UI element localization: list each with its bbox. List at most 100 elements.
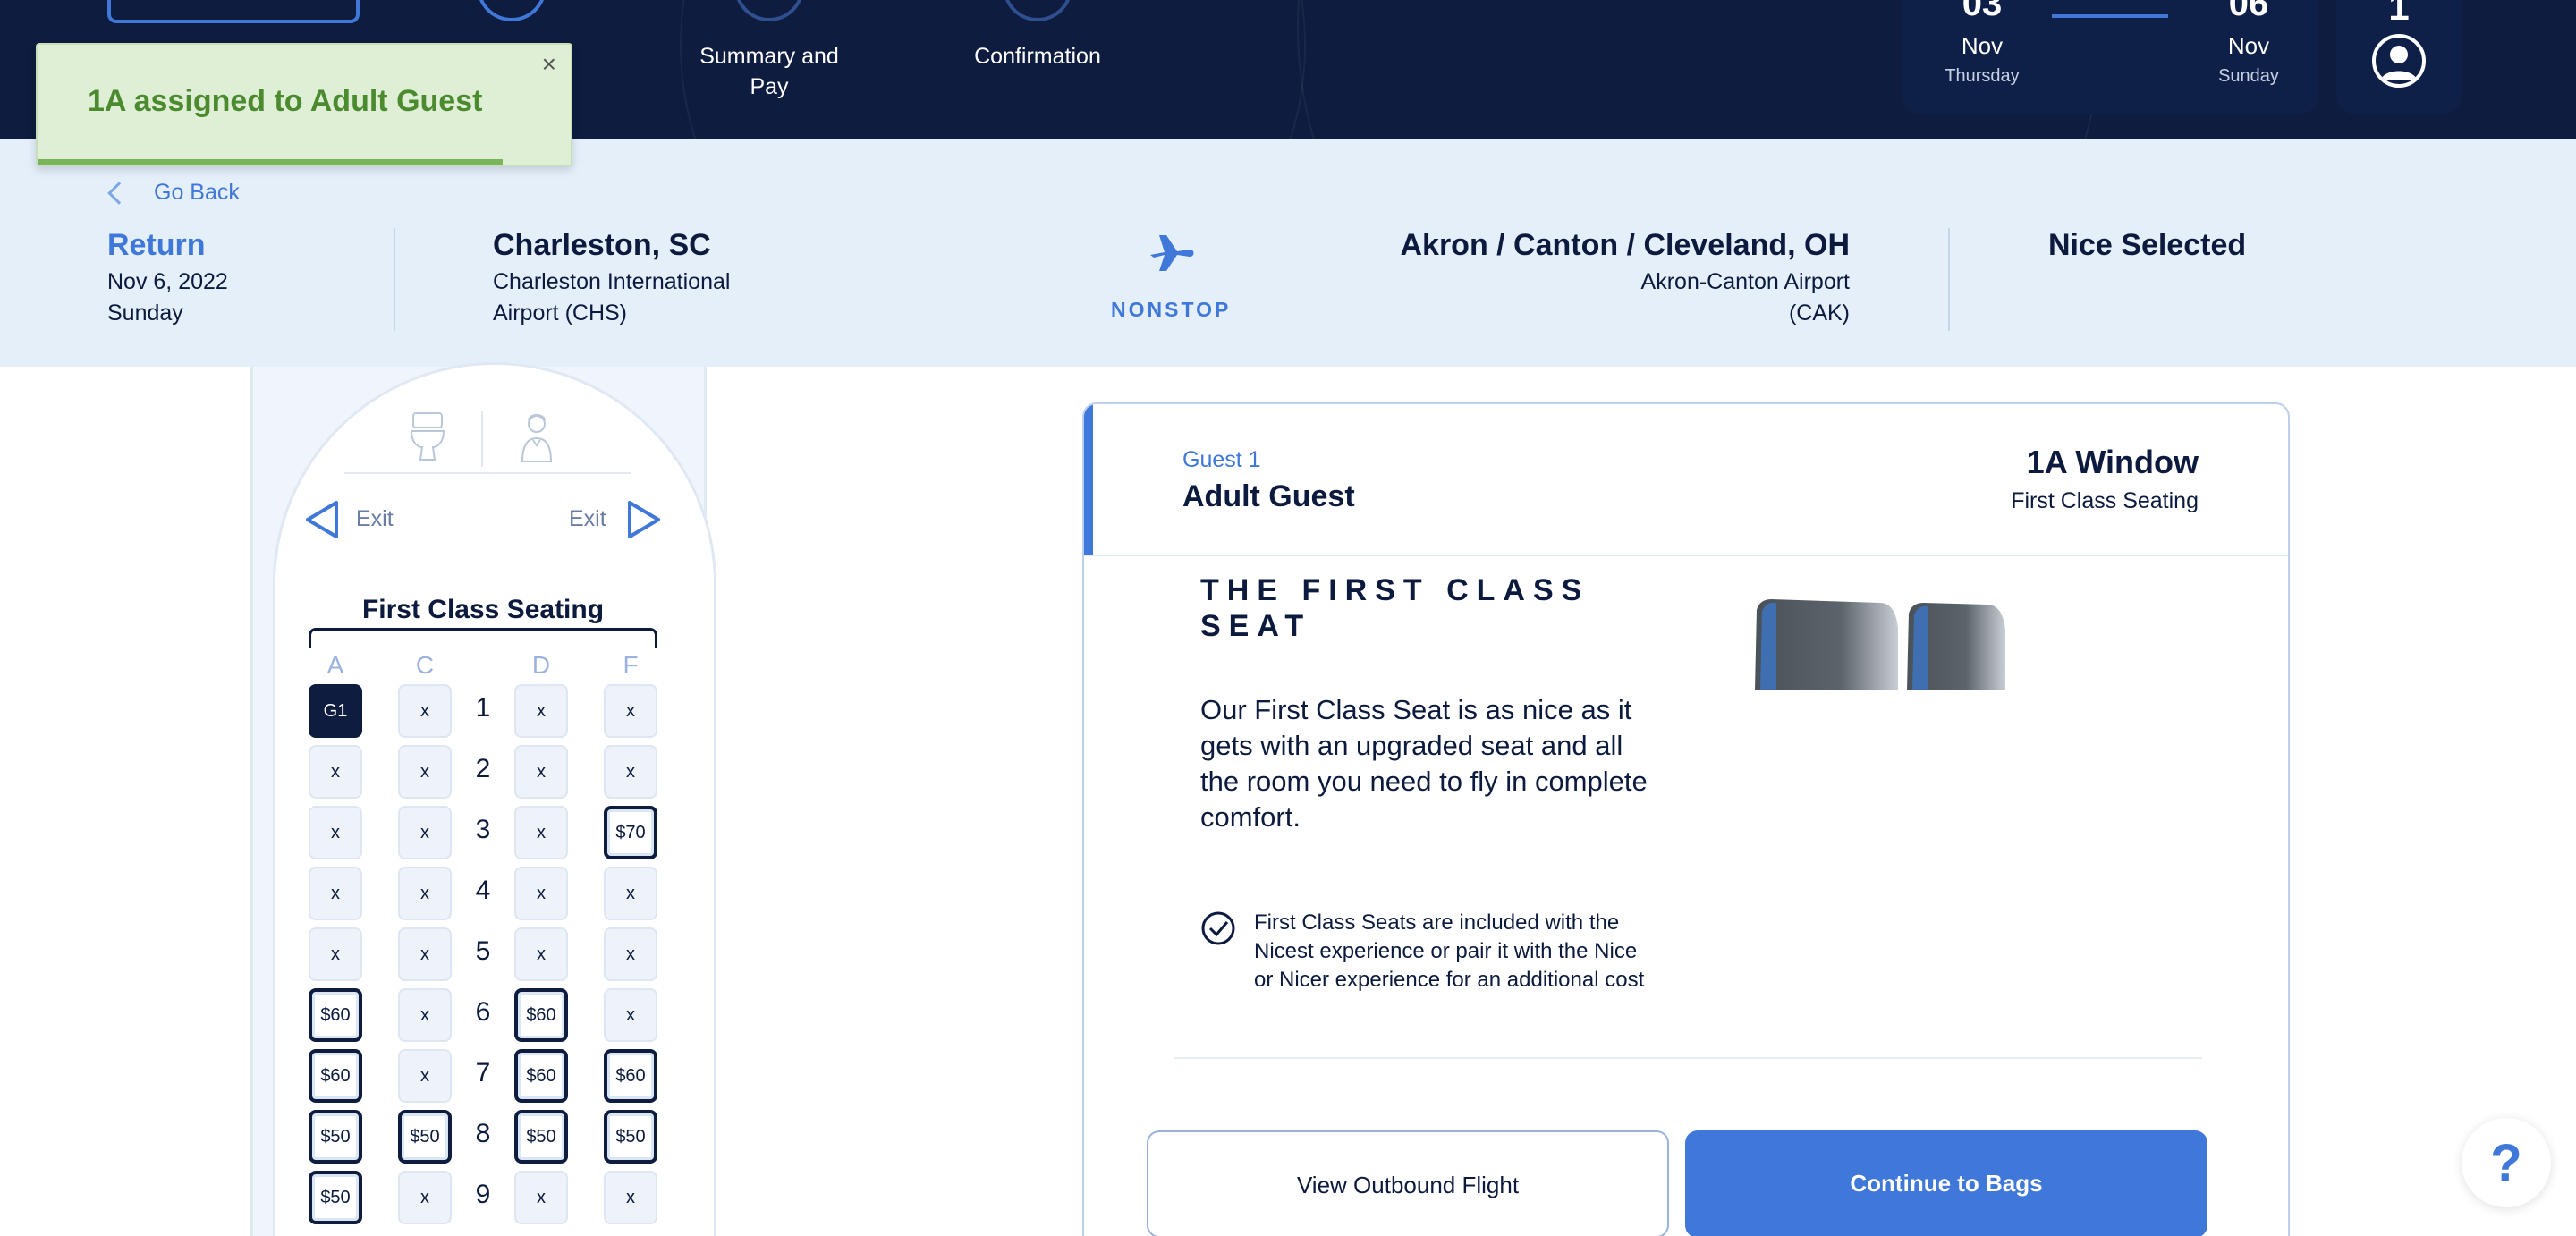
seat-available[interactable]: $70 [604, 806, 657, 859]
divider [1174, 1057, 2202, 1059]
bundle-selected: Nice Selected [2048, 228, 2247, 262]
seat-unavailable: x [604, 684, 657, 738]
seat-available[interactable]: $60 [604, 1049, 657, 1103]
seat-row-number: 4 [475, 876, 491, 905]
go-back-label: Go Back [154, 180, 240, 205]
seat-unavailable: x [514, 745, 568, 799]
seat-unavailable: x [398, 1049, 452, 1103]
airplane-icon [1150, 235, 1194, 271]
trip-dates[interactable]: 03 Nov Thursday 06 Nov Sunday [1902, 0, 2318, 114]
user-avatar-icon [2372, 34, 2426, 88]
go-back-link[interactable]: Go Back [106, 180, 240, 206]
step-label-summary[interactable]: Summary and Pay [680, 41, 859, 102]
seat-unavailable: x [398, 988, 452, 1042]
flight-info-band: Go Back Return Nov 6, 2022 Sunday Charle… [0, 139, 2576, 367]
seat-unavailable: x [514, 684, 568, 738]
seat-available[interactable]: $50 [604, 1110, 657, 1164]
check-circle-icon [1201, 911, 1235, 945]
seat-unavailable: x [398, 927, 452, 981]
seat-unavailable: x [398, 867, 452, 920]
seat-column-label: D [531, 651, 551, 679]
seat-type-description: Our First Class Seat is as nice as it ge… [1200, 694, 1648, 833]
help-button[interactable]: ? [2462, 1118, 2551, 1207]
seat-available[interactable]: $50 [514, 1110, 568, 1164]
guest-name: Adult Guest [1182, 479, 1355, 513]
step-circle-seats[interactable] [477, 0, 547, 21]
divider [344, 472, 631, 474]
seat-available[interactable]: $60 [309, 988, 362, 1042]
seat-row-number: 6 [475, 997, 491, 1027]
close-icon[interactable]: × [542, 50, 556, 79]
seat-unavailable: x [604, 988, 657, 1042]
destination-airport-line1: Akron-Canton Airport [1640, 269, 1850, 294]
seat-row-number: 9 [475, 1180, 491, 1209]
seat-available[interactable]: $50 [309, 1110, 362, 1164]
divider [481, 411, 483, 467]
divider [1084, 555, 2288, 556]
seat-available[interactable]: $60 [514, 1049, 568, 1103]
exit-left-arrow-icon [306, 501, 338, 538]
view-outbound-flight-button[interactable]: View Outbound Flight [1147, 1130, 1669, 1236]
depart-day: 03 [1962, 0, 2003, 23]
flight-weekday: Sunday [107, 301, 183, 326]
seat-section-title: First Class Seating [361, 595, 605, 624]
seat-unavailable: x [604, 1171, 657, 1224]
divider [1948, 228, 1950, 331]
step-label-confirmation[interactable]: Confirmation [948, 41, 1127, 72]
depart-weekday: Thursday [1945, 66, 2020, 86]
flight-date: Nov 6, 2022 [107, 269, 228, 294]
seat-type-note: First Class Seats are included with the … [1254, 910, 1645, 992]
seat-unavailable: x [309, 745, 362, 799]
seat-row-number: 3 [475, 815, 491, 844]
exit-right-arrow-icon [628, 501, 660, 538]
guest-count-box[interactable]: 1 [2336, 0, 2462, 114]
seat-available[interactable]: $50 [309, 1171, 362, 1224]
flight-attendant-icon [521, 414, 553, 462]
lavatory-icon [410, 412, 445, 461]
exit-left-label: Exit [356, 506, 394, 531]
seat-column-label: F [623, 651, 639, 679]
return-day: 06 [2228, 0, 2269, 23]
seat-available[interactable]: $60 [514, 988, 568, 1042]
seat-row-number: 1 [475, 693, 491, 723]
seat-unavailable: x [398, 806, 452, 859]
seat-unavailable: x [309, 867, 362, 920]
seat-unavailable: x [604, 867, 657, 920]
continue-to-bags-button[interactable]: Continue to Bags [1685, 1130, 2207, 1236]
date-range-line [2052, 14, 2168, 18]
origin-city: Charleston, SC [493, 228, 711, 262]
destination-city: Akron / Canton / Cleveland, OH [1400, 228, 1850, 262]
seat-column-label: C [415, 651, 435, 679]
divider [394, 228, 395, 331]
origin-airport-line1: Charleston International [493, 269, 731, 294]
exit-right-label: Exit [569, 506, 606, 531]
seat-unavailable: x [309, 927, 362, 981]
return-weekday: Sunday [2218, 66, 2279, 86]
seat-selected[interactable]: G1 [309, 684, 362, 738]
seat-available[interactable]: $60 [309, 1049, 362, 1103]
seat-row-number: 8 [475, 1119, 491, 1148]
seat-unavailable: x [604, 745, 657, 799]
depart-month: Nov [1961, 32, 2004, 59]
step-seats-indicator[interactable] [107, 0, 360, 23]
seat-image [1755, 599, 2005, 690]
seat-unavailable: x [514, 927, 568, 981]
seat-unavailable: x [398, 745, 452, 799]
guest-count: 1 [2388, 0, 2410, 28]
seat-detail-card: Guest 1 Adult Guest 1A Window First Clas… [1082, 402, 2290, 1236]
seat-row-number: 7 [475, 1058, 491, 1088]
seat-unavailable: x [514, 806, 568, 859]
seat-unavailable: x [398, 1171, 452, 1224]
chevron-left-icon [107, 181, 131, 205]
seat-unavailable: x [309, 806, 362, 859]
seat-unavailable: x [604, 927, 657, 981]
destination-airport-line2: (CAK) [1788, 301, 1850, 326]
seat-available[interactable]: $50 [398, 1110, 452, 1164]
selected-seat: 1A Window [2026, 444, 2199, 480]
toast-progress-bar [38, 159, 503, 165]
seat-column-label: A [326, 651, 344, 679]
selected-seat-class: First Class Seating [2011, 488, 2199, 513]
toast-message: 1A assigned to Adult Guest [88, 84, 483, 118]
guest-number: Guest 1 [1182, 447, 1261, 472]
seat-type-title: THE FIRST CLASS SEAT [1200, 573, 1590, 643]
